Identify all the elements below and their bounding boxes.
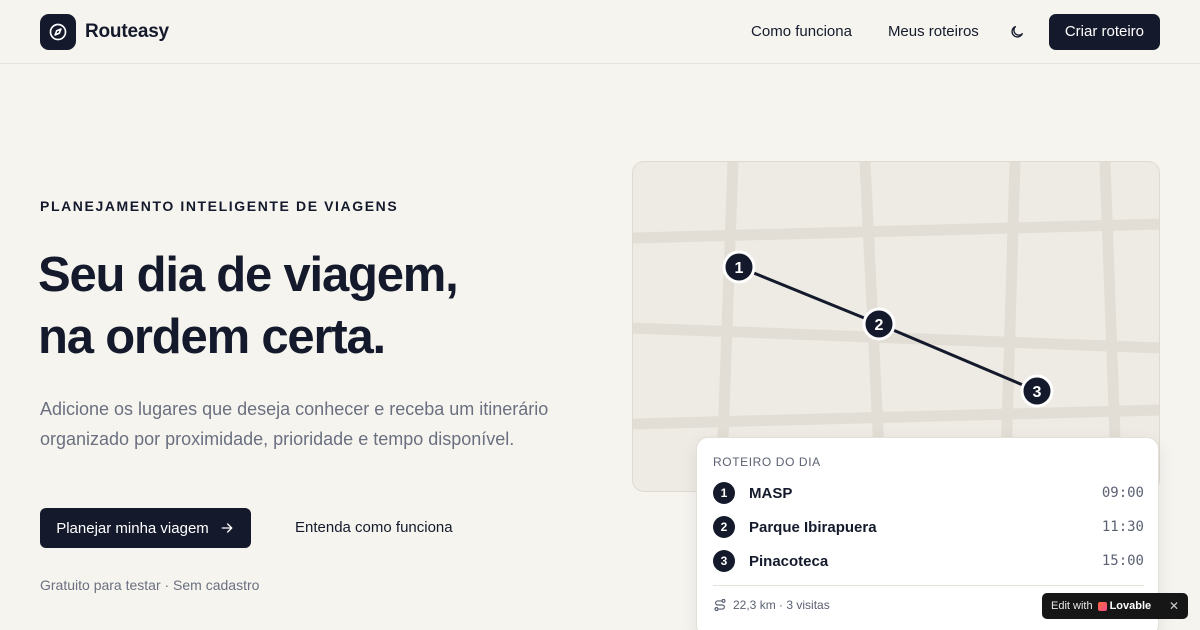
moon-icon[interactable] — [1005, 20, 1029, 44]
top-navbar: Routeasy Como funciona Meus roteiros Cri… — [0, 0, 1200, 64]
stop-number: 2 — [713, 516, 735, 538]
hero-title-line-2: na ordem certa. — [38, 310, 386, 364]
arrow-right-icon — [221, 523, 233, 533]
route-icon — [714, 598, 726, 612]
how-it-works-link[interactable]: Entenda como funciona — [295, 519, 453, 536]
nav-link-como-funciona[interactable]: Como funciona — [751, 23, 852, 40]
hero-title: Seu dia de viagem, na ordem certa. — [38, 244, 459, 368]
itinerary-summary: 22,3 km · 3 visitas — [713, 598, 830, 612]
hero-subtitle: Adicione os lugares que deseja conhecer … — [40, 399, 549, 449]
create-itinerary-button[interactable]: Criar roteiro — [1048, 13, 1160, 50]
stop-time: 09:00 — [1101, 485, 1144, 501]
hero-title-line-1: Seu dia de viagem, — [38, 248, 459, 302]
hero-eyebrow: PLANEJAMENTO INTELIGENTE DE VIAGENS — [40, 198, 399, 214]
lovable-brand: Lovable — [1097, 600, 1152, 612]
badge-prefix: Edit with — [1051, 600, 1093, 612]
itinerary-stop[interactable]: 1 MASP 09:00 — [713, 481, 1144, 505]
lovable-heart-icon — [1097, 601, 1107, 611]
plan-trip-label: Planejar minha viagem — [56, 519, 209, 537]
itinerary-summary-text: 22,3 km · 3 visitas — [733, 598, 830, 612]
itinerary-stop[interactable]: 3 Pinacoteca 15:00 — [713, 549, 1144, 573]
map-marker-2-label: 2 — [875, 317, 884, 334]
map-marker-1-label: 1 — [735, 260, 744, 277]
hero-fineprint: Gratuito para testar · Sem cadastro — [40, 577, 260, 593]
brand-name[interactable]: Routeasy — [85, 21, 169, 43]
stop-name: Pinacoteca — [749, 552, 829, 570]
map-marker-2[interactable]: 2 — [862, 307, 896, 341]
stop-name: MASP — [749, 484, 793, 502]
stop-time: 11:30 — [1101, 519, 1144, 535]
stop-number: 1 — [713, 482, 735, 504]
stop-name: Parque Ibirapuera — [749, 518, 877, 536]
map-marker-1[interactable]: 1 — [722, 250, 756, 284]
nav-link-meus-roteiros[interactable]: Meus roteiros — [888, 23, 979, 40]
itinerary-stop[interactable]: 2 Parque Ibirapuera 11:30 — [713, 515, 1144, 539]
map-marker-3[interactable]: 3 — [1020, 374, 1054, 408]
itinerary-title: ROTEIRO DO DIA — [713, 455, 821, 469]
nav-links: Como funciona Meus roteiros Criar roteir… — [751, 13, 1160, 50]
stop-time: 15:00 — [1101, 553, 1144, 569]
plan-trip-button[interactable]: Planejar minha viagem — [40, 508, 251, 548]
compass-icon[interactable] — [40, 13, 76, 50]
stop-number: 3 — [713, 550, 735, 572]
lovable-brand-label: Lovable — [1109, 600, 1152, 612]
map-marker-3-label: 3 — [1033, 384, 1042, 401]
close-icon[interactable]: ✕ — [1169, 599, 1179, 613]
edit-with-lovable-badge[interactable]: Edit with Lovable ✕ — [1042, 593, 1188, 619]
itinerary-divider — [713, 585, 1144, 586]
